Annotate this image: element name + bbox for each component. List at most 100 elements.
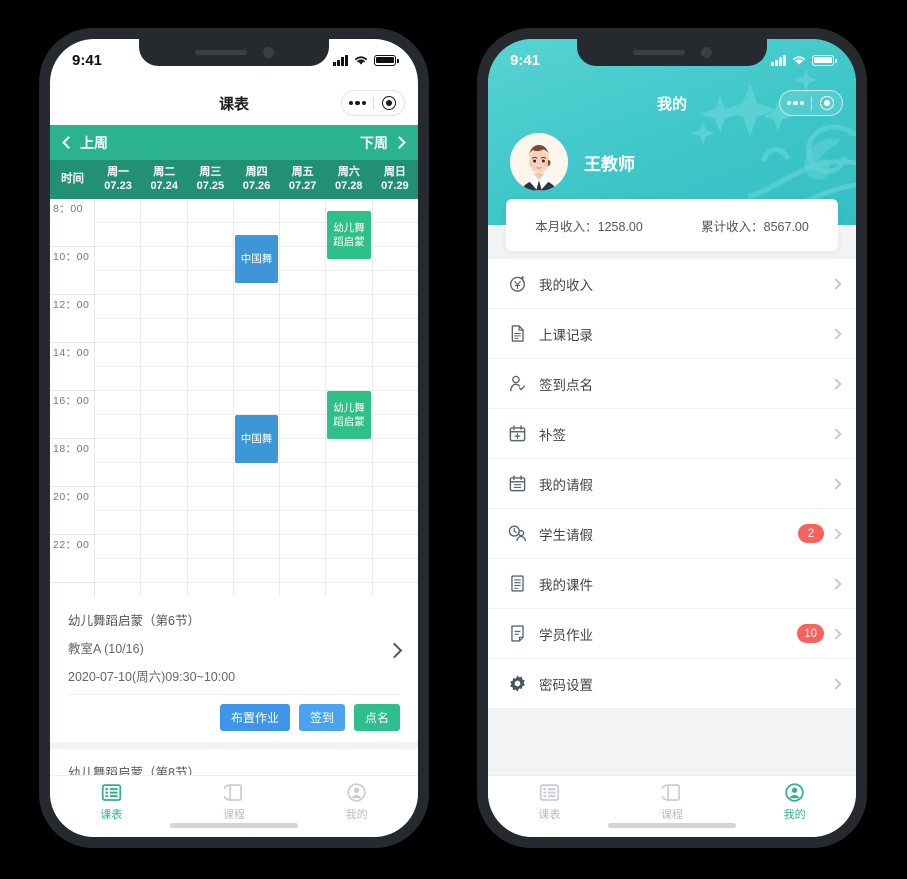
- grid-cell[interactable]: [326, 559, 372, 583]
- grid-cell[interactable]: [187, 343, 233, 367]
- grid-cell[interactable]: [187, 367, 233, 391]
- grid-cell[interactable]: [326, 511, 372, 535]
- grid-cell[interactable]: [95, 223, 141, 247]
- grid-cell[interactable]: [372, 511, 418, 535]
- grid-cell[interactable]: [280, 439, 326, 463]
- grid-cell[interactable]: [187, 319, 233, 343]
- assign-homework-button[interactable]: 布置作业: [219, 704, 290, 731]
- grid-cell[interactable]: [141, 535, 187, 559]
- grid-cell[interactable]: [141, 415, 187, 439]
- grid-cell[interactable]: [280, 319, 326, 343]
- menu-item-gear[interactable]: 密码设置: [488, 659, 856, 709]
- grid-cell[interactable]: [187, 271, 233, 295]
- grid-cell[interactable]: [95, 415, 141, 439]
- grid-cell[interactable]: [372, 343, 418, 367]
- menu-item-person-check[interactable]: 签到点名: [488, 359, 856, 409]
- grid-cell[interactable]: [326, 487, 372, 511]
- grid-cell[interactable]: [372, 247, 418, 271]
- close-target-icon[interactable]: [812, 96, 842, 110]
- grid-cell[interactable]: [280, 343, 326, 367]
- grid-cell[interactable]: [233, 199, 280, 223]
- menu-item-calendar[interactable]: 补签: [488, 409, 856, 459]
- grid-cell[interactable]: [372, 559, 418, 583]
- menu-item-yuan-coin[interactable]: 我的收入: [488, 259, 856, 309]
- grid-cell[interactable]: [280, 199, 326, 223]
- grid-cell[interactable]: [280, 223, 326, 247]
- menu-item-file-lines[interactable]: 我的课件: [488, 559, 856, 609]
- grid-cell[interactable]: [280, 247, 326, 271]
- day-column[interactable]: 幼儿舞蹈启蒙 幼儿舞蹈启蒙: [326, 199, 373, 597]
- more-icon[interactable]: [343, 100, 373, 106]
- grid-cell[interactable]: [280, 391, 326, 415]
- grid-cell[interactable]: [372, 415, 418, 439]
- schedule-grid[interactable]: 8：00 10：00 12：00 14：00 16：00 18：00 20：00 22：00 …: [50, 199, 418, 597]
- day-column[interactable]: [280, 199, 327, 597]
- grid-cell[interactable]: [372, 463, 418, 487]
- roll-call-button[interactable]: 点名: [353, 704, 400, 731]
- grid-cell[interactable]: [141, 559, 187, 583]
- grid-cell[interactable]: [95, 559, 141, 583]
- grid-cell[interactable]: [187, 559, 233, 583]
- grid-cell[interactable]: [326, 463, 372, 487]
- grid-cell[interactable]: [233, 295, 280, 319]
- grid-cell[interactable]: [95, 343, 141, 367]
- tab-schedule[interactable]: 课表: [488, 782, 611, 822]
- grid-cell[interactable]: [141, 463, 187, 487]
- grid-cell[interactable]: [95, 535, 141, 559]
- grid-cell[interactable]: [95, 463, 141, 487]
- day-column[interactable]: 中国舞 中国舞: [233, 199, 281, 597]
- day-column[interactable]: [141, 199, 188, 597]
- grid-cell[interactable]: [372, 535, 418, 559]
- grid-cell[interactable]: [95, 511, 141, 535]
- day-column[interactable]: [95, 199, 142, 597]
- miniprogram-capsule[interactable]: [341, 90, 405, 116]
- grid-cell[interactable]: [280, 415, 326, 439]
- grid-cell[interactable]: [141, 247, 187, 271]
- grid-cell[interactable]: [326, 535, 372, 559]
- grid-cell[interactable]: [372, 223, 418, 247]
- grid-cell[interactable]: [280, 535, 326, 559]
- grid-cell[interactable]: [187, 295, 233, 319]
- schedule-event[interactable]: 幼儿舞蹈启蒙: [327, 391, 371, 439]
- more-icon[interactable]: [781, 100, 811, 106]
- grid-cell[interactable]: [326, 295, 372, 319]
- grid-cell[interactable]: [280, 559, 326, 583]
- grid-cell[interactable]: [141, 223, 187, 247]
- menu-item-document[interactable]: 上课记录: [488, 309, 856, 359]
- grid-cell[interactable]: [280, 463, 326, 487]
- grid-cell[interactable]: [372, 487, 418, 511]
- grid-cell[interactable]: [372, 271, 418, 295]
- schedule-event[interactable]: 幼儿舞蹈启蒙: [327, 211, 371, 259]
- grid-cell[interactable]: [372, 295, 418, 319]
- grid-cell[interactable]: [141, 319, 187, 343]
- class-detail-card[interactable]: 幼儿舞蹈启蒙（第6节） 教室A (10/16) 2020-07-10(周六)09…: [50, 597, 418, 742]
- grid-cell[interactable]: [372, 367, 418, 391]
- grid-cell[interactable]: [141, 367, 187, 391]
- tab-schedule[interactable]: 课表: [50, 782, 173, 822]
- tab-mine[interactable]: 我的: [295, 782, 418, 822]
- grid-cell[interactable]: [372, 439, 418, 463]
- next-week-button[interactable]: 下周: [360, 133, 406, 153]
- menu-item-clock-person[interactable]: 学生请假 2: [488, 509, 856, 559]
- sign-in-button[interactable]: 签到: [298, 704, 345, 731]
- menu-item-calendar-blank[interactable]: 我的请假: [488, 459, 856, 509]
- grid-cell[interactable]: [95, 295, 141, 319]
- grid-cell[interactable]: [280, 367, 326, 391]
- avatar[interactable]: [510, 133, 568, 191]
- grid-cell[interactable]: [141, 511, 187, 535]
- grid-cell[interactable]: [95, 367, 141, 391]
- day-column[interactable]: [187, 199, 234, 597]
- class-detail-list[interactable]: 幼儿舞蹈启蒙（第6节） 教室A (10/16) 2020-07-10(周六)09…: [50, 597, 418, 775]
- grid-cell[interactable]: [95, 247, 141, 271]
- grid-cell[interactable]: [280, 295, 326, 319]
- grid-cell[interactable]: [326, 439, 372, 463]
- grid-cell[interactable]: [187, 247, 233, 271]
- tab-mine[interactable]: 我的: [733, 782, 856, 822]
- grid-cell[interactable]: [95, 319, 141, 343]
- tab-courses[interactable]: 课程: [611, 782, 734, 822]
- grid-cell[interactable]: [95, 199, 141, 223]
- grid-cell[interactable]: [187, 535, 233, 559]
- grid-cell[interactable]: [141, 199, 187, 223]
- grid-cell[interactable]: [280, 487, 326, 511]
- grid-cell[interactable]: [233, 487, 280, 511]
